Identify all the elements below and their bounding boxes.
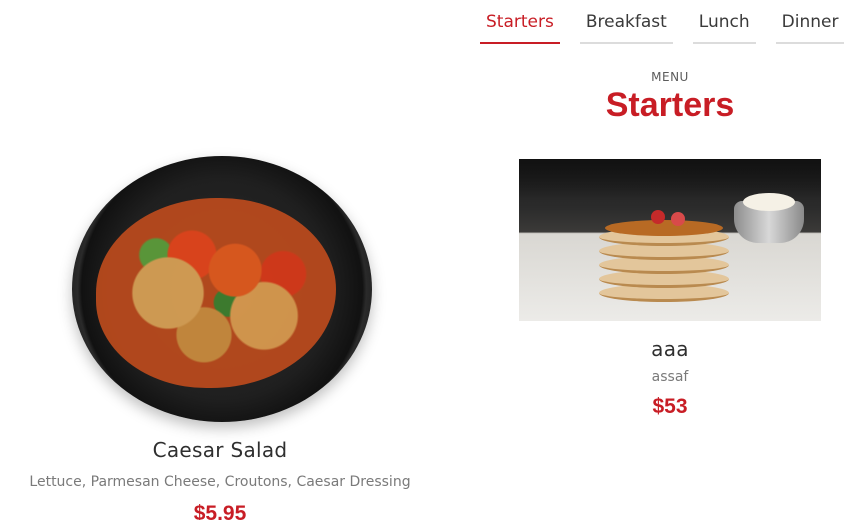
- cream-topping: [743, 193, 795, 211]
- menu-item-card[interactable]: aaa assaf $53: [519, 159, 821, 419]
- item-description: assaf: [651, 369, 689, 385]
- section-label: MENU: [651, 70, 689, 84]
- item-image: [519, 159, 821, 321]
- syrup-topping: [605, 220, 723, 236]
- menu-page: Starters Breakfast Lunch Dinner MENU Sta…: [0, 0, 849, 520]
- section-heading: MENU Starters: [520, 70, 820, 125]
- section-title: Starters: [605, 86, 735, 124]
- menu-item-card[interactable]: Caesar Salad Lettuce, Parmesan Cheese, C…: [0, 150, 440, 520]
- tab-dinner[interactable]: Dinner: [775, 8, 845, 44]
- item-description: Lettuce, Parmesan Cheese, Croutons, Caes…: [29, 474, 411, 490]
- menu-tabs: Starters Breakfast Lunch Dinner: [480, 8, 845, 44]
- tab-lunch[interactable]: Lunch: [692, 8, 756, 44]
- item-price: $53: [652, 395, 688, 418]
- item-name: aaa: [651, 337, 689, 361]
- berry-topping: [671, 212, 685, 226]
- pancake-graphic: [599, 210, 729, 304]
- item-name: Caesar Salad: [152, 438, 288, 462]
- item-price: $5.95: [193, 502, 247, 520]
- berry-topping: [651, 210, 665, 224]
- tab-breakfast[interactable]: Breakfast: [579, 8, 673, 44]
- item-image: [0, 150, 440, 430]
- tab-starters[interactable]: Starters: [480, 8, 560, 44]
